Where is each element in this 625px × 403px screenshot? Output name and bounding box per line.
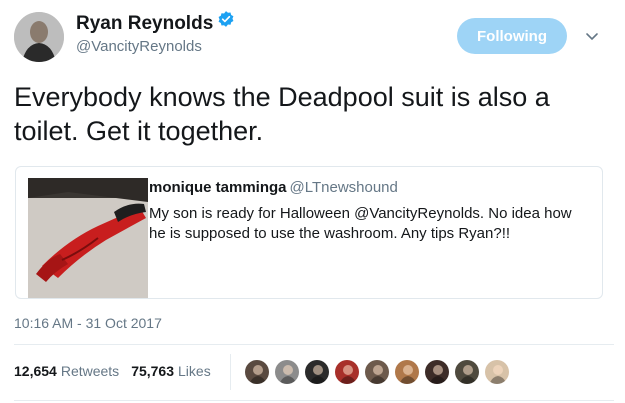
- quoted-tweet-text: My son is ready for Halloween @VancityRe…: [149, 205, 572, 242]
- divider: [14, 400, 614, 401]
- likes-stat[interactable]: 75,763 Likes: [131, 363, 211, 379]
- liker-avatar[interactable]: [304, 359, 330, 385]
- liker-avatar[interactable]: [454, 359, 480, 385]
- likes-count: 75,763: [131, 363, 175, 379]
- quoted-author-handle[interactable]: @LTnewshound: [290, 179, 398, 196]
- retweets-count: 12,654: [14, 363, 57, 379]
- liker-avatar[interactable]: [244, 359, 270, 385]
- retweets-label: Retweets: [60, 363, 120, 379]
- author-avatar[interactable]: [14, 12, 64, 62]
- tweet-stats: 12,654 Retweets 75,763 Likes: [14, 363, 211, 379]
- quoted-tweet-header: monique tamminga @LTnewshound: [149, 179, 398, 196]
- liker-avatar[interactable]: [394, 359, 420, 385]
- tweet-timestamp[interactable]: 10:16 AM - 31 Oct 2017: [14, 315, 162, 331]
- liker-avatar[interactable]: [274, 359, 300, 385]
- author-name-row[interactable]: Ryan Reynolds: [76, 10, 235, 35]
- divider: [14, 344, 614, 345]
- chevron-down-icon[interactable]: [584, 28, 600, 44]
- author-handle[interactable]: @VancityReynolds: [76, 38, 202, 55]
- author-name[interactable]: Ryan Reynolds: [76, 13, 213, 34]
- tweet-text: Everybody knows the Deadpool suit is als…: [14, 82, 550, 146]
- quoted-tweet-photo[interactable]: [28, 178, 148, 298]
- quoted-author-name[interactable]: monique tamminga: [149, 179, 287, 196]
- following-button[interactable]: Following: [457, 18, 567, 54]
- liker-avatar[interactable]: [484, 359, 510, 385]
- liker-avatar[interactable]: [424, 359, 450, 385]
- quoted-tweet[interactable]: monique tamminga @LTnewshound My son is r…: [15, 166, 603, 299]
- liker-avatar[interactable]: [334, 359, 360, 385]
- divider: [230, 354, 231, 390]
- verified-badge-icon: [217, 10, 235, 34]
- liker-avatar[interactable]: [364, 359, 390, 385]
- retweets-stat[interactable]: 12,654 Retweets: [14, 363, 119, 379]
- likes-label: Likes: [178, 363, 211, 379]
- likers-avatar-row: [244, 359, 514, 385]
